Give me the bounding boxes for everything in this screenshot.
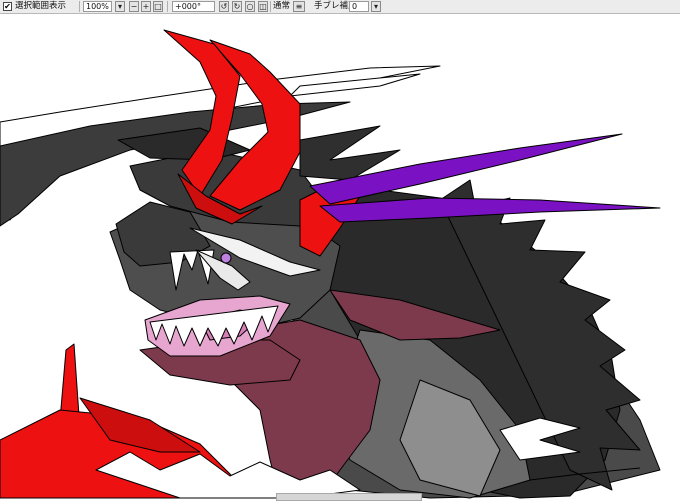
rotate-right-button[interactable]: ↻ bbox=[232, 1, 242, 12]
zoom-fit-icon: □ bbox=[154, 2, 162, 11]
zoom-in-icon: + bbox=[142, 2, 150, 11]
toolbar-separator bbox=[270, 1, 271, 12]
zoom-in-button[interactable]: + bbox=[141, 1, 151, 12]
blend-mode-label[interactable]: 通常 bbox=[273, 1, 290, 12]
selection-display-checkbox[interactable]: ✔ bbox=[3, 2, 12, 11]
canvas-toolbar: ✔ 選択範囲表示 100% ▾ − + □ +000° ↺ ↻ ○ ◫ 通常 ≡… bbox=[0, 0, 680, 14]
zoom-field[interactable]: 100% bbox=[83, 1, 112, 12]
flip-button[interactable]: ◫ bbox=[258, 1, 268, 12]
rotate-left-button[interactable]: ↺ bbox=[219, 1, 229, 12]
zoom-out-icon: − bbox=[130, 2, 138, 11]
checkbox-checked-icon: ✔ bbox=[4, 2, 11, 11]
rotate-reset-icon: ○ bbox=[246, 2, 254, 11]
zoom-fit-button[interactable]: □ bbox=[153, 1, 163, 12]
dragon-eye bbox=[220, 252, 232, 264]
layer-list-button[interactable]: ≡ bbox=[293, 1, 305, 12]
zoom-out-button[interactable]: − bbox=[129, 1, 139, 12]
zoom-dropdown-button[interactable]: ▾ bbox=[115, 1, 125, 12]
rotate-right-icon: ↻ bbox=[233, 2, 241, 11]
rotation-field[interactable]: +000° bbox=[172, 1, 215, 12]
selection-display-label: 選択範囲表示 bbox=[15, 1, 67, 11]
toolbar-separator bbox=[79, 1, 80, 12]
toolbar-separator bbox=[167, 1, 168, 12]
rotate-left-icon: ↺ bbox=[220, 2, 228, 11]
stabilizer-dropdown-button[interactable]: ▾ bbox=[371, 1, 381, 12]
stabilizer-field[interactable]: 0 bbox=[349, 1, 369, 12]
dropdown-arrow-icon: ▾ bbox=[117, 2, 122, 11]
horizontal-scrollbar[interactable] bbox=[276, 493, 422, 501]
drawing-canvas[interactable] bbox=[0, 14, 680, 501]
flip-icon: ◫ bbox=[259, 2, 267, 11]
layer-list-icon: ≡ bbox=[295, 2, 303, 11]
rotate-reset-button[interactable]: ○ bbox=[245, 1, 255, 12]
chevron-down-icon: ▾ bbox=[373, 2, 378, 11]
